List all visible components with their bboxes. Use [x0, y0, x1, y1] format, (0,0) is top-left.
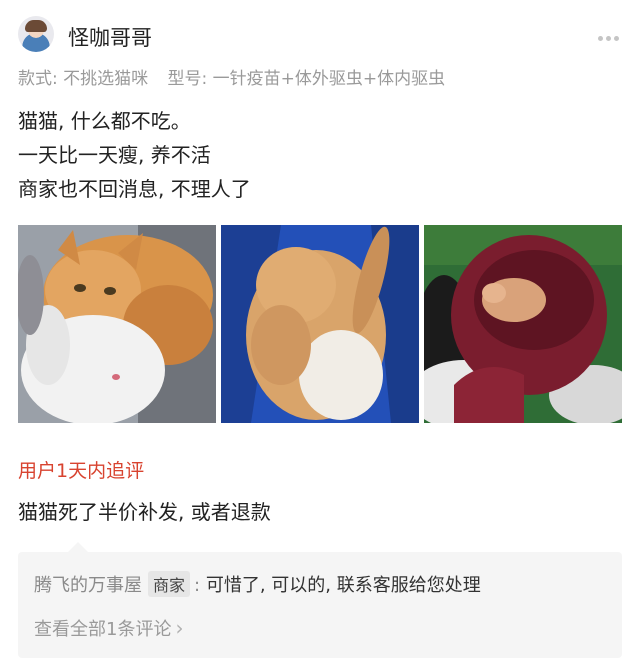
- curled-kitten-on-blue-cloth-photo[interactable]: [221, 225, 419, 423]
- review-line: 一天比一天瘦, 养不活: [18, 143, 211, 167]
- kitten-with-rabbit-photo[interactable]: [18, 225, 216, 423]
- followup-title: 用户1天内追评: [18, 460, 145, 482]
- merchant-badge: 商家: [148, 571, 191, 597]
- shop-name[interactable]: 腾飞的万事屋: [34, 575, 142, 596]
- username[interactable]: 怪咖哥哥: [68, 22, 152, 52]
- merchant-reply: 腾飞的万事屋 商家: 可惜了, 可以的, 联系客服给您处理 查看全部1条评论 ›: [18, 542, 622, 658]
- chevron-right-icon: ›: [175, 616, 184, 640]
- user-avatar[interactable]: [18, 16, 54, 52]
- review-line: 商家也不回消息, 不理人了: [18, 177, 251, 201]
- view-all-comments-link[interactable]: 查看全部1条评论 ›: [34, 615, 183, 641]
- reply-text: 可惜了, 可以的, 联系客服给您处理: [205, 575, 481, 596]
- reply-line: 腾飞的万事屋 商家: 可惜了, 可以的, 联系客服给您处理: [34, 571, 481, 597]
- reply-colon: :: [194, 575, 201, 596]
- review-photos: [18, 225, 622, 423]
- more-options-icon[interactable]: [598, 26, 622, 41]
- spec-model: 型号: 一针疫苗+体外驱虫+体内驱虫: [167, 69, 446, 89]
- product-spec: 款式: 不挑选猫咪 型号: 一针疫苗+体外驱虫+体内驱虫: [18, 64, 445, 89]
- kitten-in-bag-photo[interactable]: [424, 225, 622, 423]
- followup-text: 猫猫死了半价补发, 或者退款: [18, 500, 271, 524]
- review-text: 猫猫, 什么都不吃。 一天比一天瘦, 养不活 商家也不回消息, 不理人了: [18, 104, 251, 206]
- review-line: 猫猫, 什么都不吃。: [18, 109, 191, 133]
- view-all-label: 查看全部1条评论: [34, 619, 172, 640]
- review-header: 怪咖哥哥: [18, 16, 622, 56]
- spec-style: 款式: 不挑选猫咪: [18, 69, 149, 89]
